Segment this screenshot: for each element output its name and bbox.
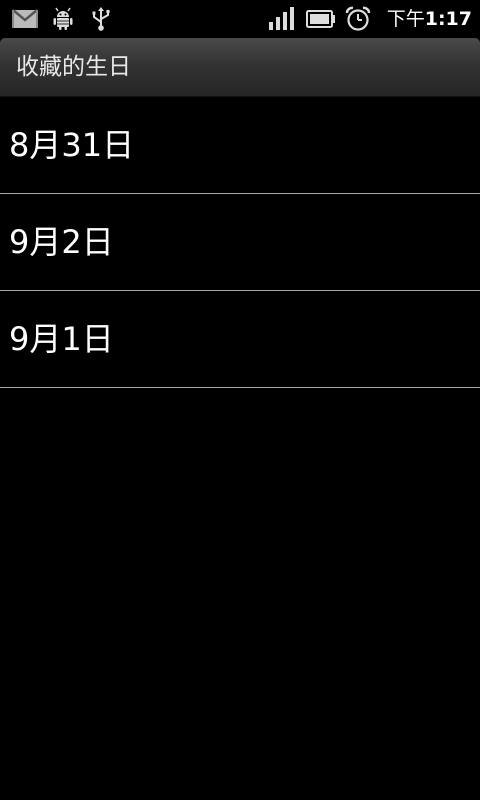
android-debug-icon xyxy=(51,6,75,32)
list-item[interactable]: 9月2日 xyxy=(0,194,480,291)
signal-icon xyxy=(268,6,296,32)
list-item-label: 8月31日 xyxy=(9,126,135,164)
gmail-icon xyxy=(12,6,38,32)
alarm-icon xyxy=(345,6,371,32)
title-bar: 收藏的生日 xyxy=(0,38,480,97)
status-clock: 下午1:17 xyxy=(387,0,472,38)
battery-icon xyxy=(306,6,336,32)
birthday-list: 8月31日 9月2日 9月1日 xyxy=(0,97,480,388)
list-item[interactable]: 9月1日 xyxy=(0,291,480,388)
list-item-label: 9月1日 xyxy=(9,320,114,358)
list-item[interactable]: 8月31日 xyxy=(0,97,480,194)
page-title: 收藏的生日 xyxy=(16,54,131,80)
usb-icon xyxy=(90,6,112,32)
status-bar: 下午1:17 xyxy=(0,0,480,38)
list-item-label: 9月2日 xyxy=(9,223,114,261)
clock-period: 下午 xyxy=(386,8,425,30)
clock-time: 1:17 xyxy=(424,8,472,30)
